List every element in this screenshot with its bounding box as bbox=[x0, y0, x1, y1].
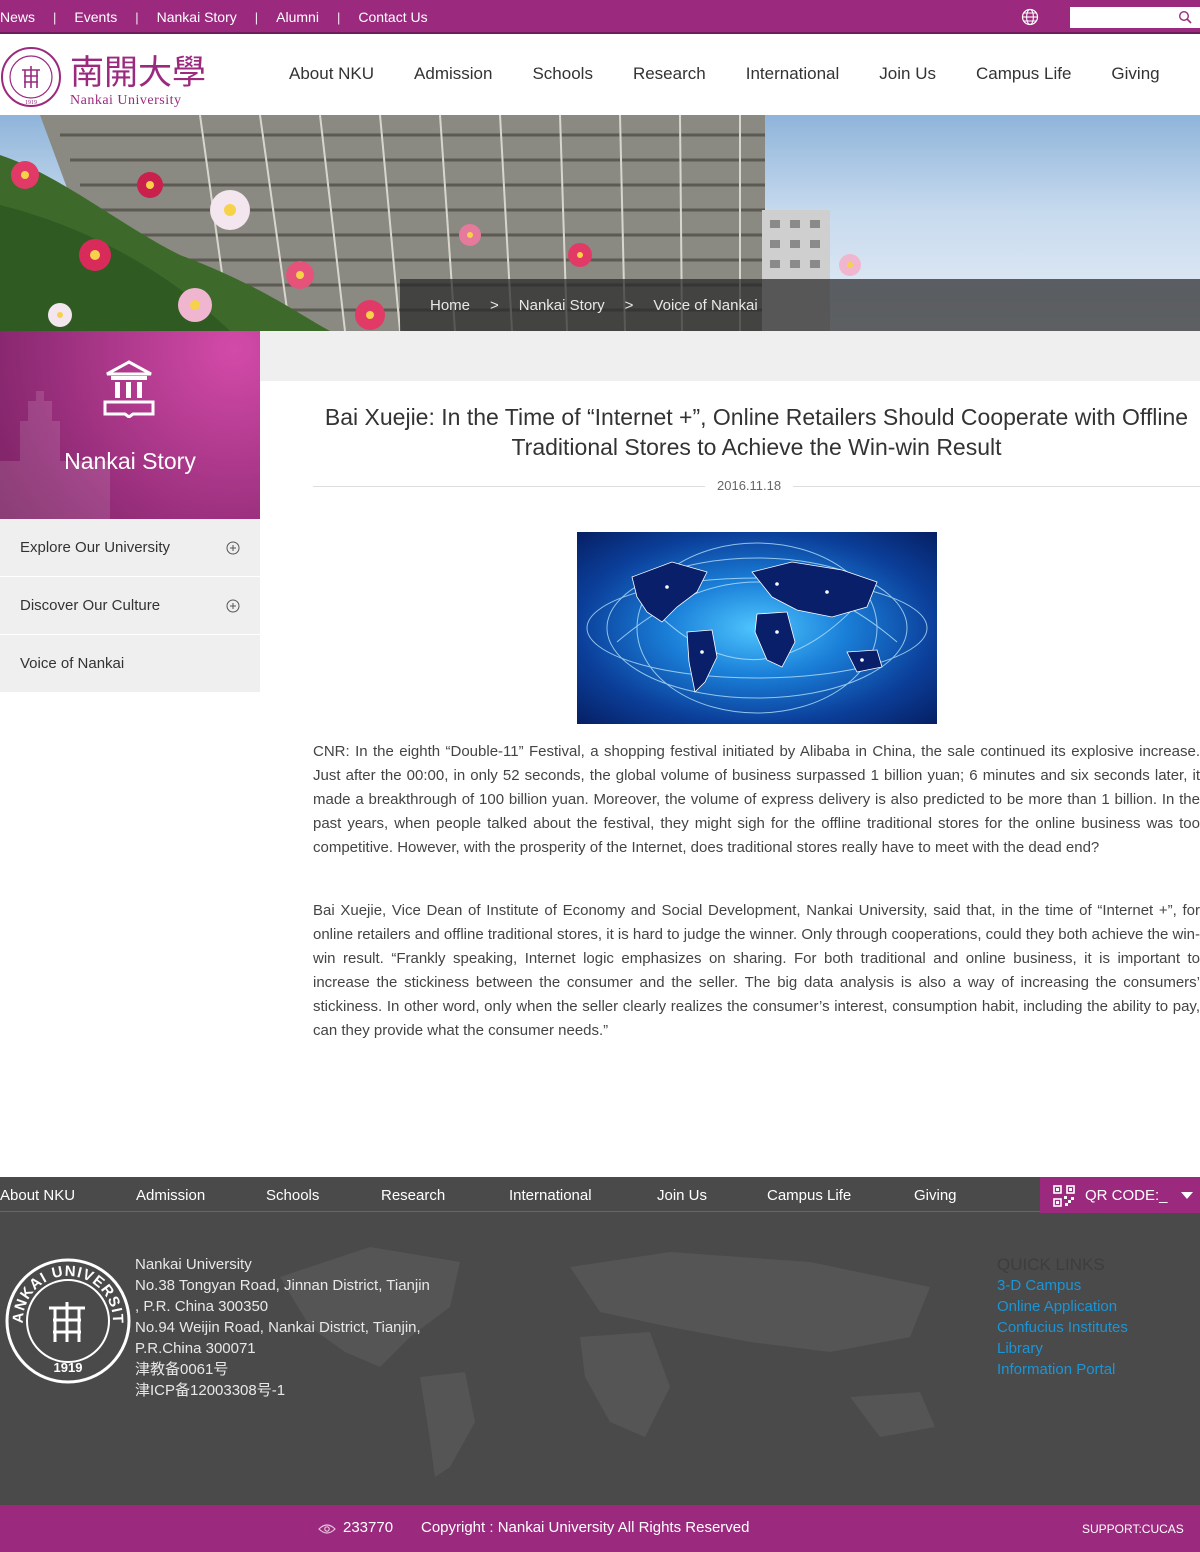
quick-link-3d-campus[interactable]: 3-D Campus bbox=[997, 1275, 1197, 1296]
sidebar-item-label: Voice of Nankai bbox=[20, 655, 125, 672]
nav-about-nku[interactable]: About NKU bbox=[289, 64, 374, 84]
link-contact-us[interactable]: Contact Us bbox=[358, 9, 427, 25]
nav-international[interactable]: International bbox=[746, 64, 840, 84]
top-utility-bar: News | Events | Nankai Story | Alumni | … bbox=[0, 0, 1200, 34]
separator: | bbox=[254, 9, 259, 25]
world-map-graphic bbox=[586, 542, 928, 714]
breadcrumb-home[interactable]: Home bbox=[430, 297, 470, 314]
globe-icon[interactable] bbox=[1021, 8, 1039, 26]
address-line: P.R.China 300071 bbox=[135, 1340, 256, 1357]
svg-text:南開大學: 南開大學 bbox=[70, 54, 206, 92]
address-line: No.38 Tongyan Road, Jinnan District, Tia… bbox=[135, 1277, 430, 1294]
article-image-world-network bbox=[577, 532, 937, 724]
site-footer: About NKU Admission Schools Research Int… bbox=[0, 1177, 1200, 1505]
nav-giving[interactable]: Giving bbox=[1111, 64, 1159, 84]
qr-code-dropdown[interactable]: QR CODE:_ bbox=[1040, 1177, 1200, 1213]
breadcrumb-separator: > bbox=[624, 296, 634, 314]
article-paragraph: Bai Xuejie, Vice Dean of Institute of Ec… bbox=[313, 902, 1200, 1039]
sidebar-item-discover-our-culture[interactable]: Discover Our Culture bbox=[0, 577, 260, 635]
link-news[interactable]: News bbox=[0, 9, 35, 25]
svg-text:Nankai University: Nankai University bbox=[70, 93, 182, 108]
nankai-logo[interactable]: 1919 南開大學 Nankai University bbox=[0, 46, 215, 108]
quick-link-information-portal[interactable]: Information Portal bbox=[997, 1359, 1197, 1380]
sidebar-item-label: Discover Our Culture bbox=[20, 597, 161, 614]
address-line: , P.R. China 300350 bbox=[135, 1298, 269, 1315]
copyright-text: Copyright : Nankai University All Rights… bbox=[421, 1519, 750, 1536]
separator: | bbox=[135, 9, 139, 25]
visit-counter: 233770 bbox=[343, 1519, 394, 1536]
caret-down-icon bbox=[1181, 1192, 1193, 1199]
expand-plus-icon[interactable] bbox=[226, 599, 240, 613]
separator: | bbox=[53, 9, 57, 25]
search-input[interactable] bbox=[1070, 7, 1170, 28]
article-date: 2016.11.18 bbox=[705, 478, 794, 493]
sidebar-header: Nankai Story bbox=[0, 331, 260, 519]
link-nankai-story[interactable]: Nankai Story bbox=[157, 9, 237, 25]
sidebar-item-label: Explore Our University bbox=[20, 539, 171, 556]
quick-link-library[interactable]: Library bbox=[997, 1338, 1197, 1359]
footer-nav-schools[interactable]: Schools bbox=[266, 1187, 319, 1204]
eye-icon bbox=[318, 1524, 336, 1534]
address-line: No.94 Weijin Road, Nankai District, Tian… bbox=[135, 1319, 421, 1336]
address-line: Nankai University bbox=[135, 1256, 252, 1273]
svg-text:1919: 1919 bbox=[25, 100, 37, 106]
nav-join-us[interactable]: Join Us bbox=[879, 64, 936, 84]
utility-links: News | Events | Nankai Story | Alumni | … bbox=[0, 0, 428, 34]
breadcrumb-voice-of-nankai[interactable]: Voice of Nankai bbox=[653, 297, 757, 314]
footer-nav-giving[interactable]: Giving bbox=[914, 1187, 957, 1204]
search-box bbox=[1070, 7, 1200, 28]
footer-nav-about-nku[interactable]: About NKU bbox=[0, 1187, 75, 1204]
sidebar-item-voice-of-nankai[interactable]: Voice of Nankai bbox=[0, 635, 260, 693]
university-seal: NANKAI UNIVERSITY 1919 bbox=[5, 1258, 131, 1384]
nav-schools[interactable]: Schools bbox=[532, 64, 592, 84]
search-icon[interactable] bbox=[1178, 10, 1192, 24]
footer-nav: About NKU Admission Schools Research Int… bbox=[0, 1177, 1200, 1212]
sidebar-menu: Explore Our University Discover Our Cult… bbox=[0, 519, 260, 693]
article-title: Bai Xuejie: In the Time of “Internet +”,… bbox=[324, 404, 1189, 460]
footer-nav-admission[interactable]: Admission bbox=[136, 1187, 205, 1204]
address-line[interactable]: 津教备0061号 bbox=[135, 1359, 455, 1380]
expand-plus-icon[interactable] bbox=[226, 541, 240, 555]
nav-research[interactable]: Research bbox=[633, 64, 706, 84]
article-paragraph: CNR: In the eighth “Double-11” Festival,… bbox=[313, 743, 1200, 856]
link-events[interactable]: Events bbox=[74, 9, 117, 25]
breadcrumb-nankai-story[interactable]: Nankai Story bbox=[519, 297, 605, 314]
link-alumni[interactable]: Alumni bbox=[276, 9, 319, 25]
footer-nav-campus-life[interactable]: Campus Life bbox=[767, 1187, 851, 1204]
qr-code-label: QR CODE:_ bbox=[1085, 1187, 1168, 1204]
footer-address: Nankai University No.38 Tongyan Road, Ji… bbox=[135, 1254, 455, 1401]
breadcrumb-separator: > bbox=[490, 296, 499, 314]
support-credit[interactable]: SUPPORT:CUCAS bbox=[1082, 1522, 1184, 1536]
main-nav: About NKU Admission Schools Research Int… bbox=[289, 64, 1200, 84]
content-top-bar bbox=[260, 331, 1200, 381]
site-header: 1919 南開大學 Nankai University About NKU Ad… bbox=[0, 34, 1200, 115]
svg-text:1919: 1919 bbox=[54, 1360, 83, 1375]
footer-nav-research[interactable]: Research bbox=[381, 1187, 445, 1204]
quick-links-heading: QUICK LINKS bbox=[997, 1255, 1105, 1274]
page-banner: Home > Nankai Story > Voice of Nankai bbox=[0, 115, 1200, 331]
footer-nav-international[interactable]: International bbox=[509, 1187, 592, 1204]
nav-admission[interactable]: Admission bbox=[414, 64, 492, 84]
qr-code-icon bbox=[1053, 1185, 1075, 1207]
separator: | bbox=[336, 9, 341, 25]
library-icon bbox=[103, 360, 155, 418]
copyright-bar: 233770 Copyright : Nankai University All… bbox=[0, 1505, 1200, 1552]
breadcrumb: Home > Nankai Story > Voice of Nankai bbox=[400, 279, 1200, 331]
address-line[interactable]: 津ICP备12003308号-1 bbox=[135, 1380, 455, 1401]
quick-link-online-application[interactable]: Online Application bbox=[997, 1296, 1197, 1317]
sidebar-item-explore-our-university[interactable]: Explore Our University bbox=[0, 519, 260, 577]
quick-link-confucius-institutes[interactable]: Confucius Institutes bbox=[997, 1317, 1197, 1338]
nav-campus-life[interactable]: Campus Life bbox=[976, 64, 1071, 84]
sidebar-title: Nankai Story bbox=[64, 448, 196, 474]
footer-nav-join-us[interactable]: Join Us bbox=[657, 1187, 707, 1204]
quick-links: QUICK LINKS 3-D Campus Online Applicatio… bbox=[997, 1254, 1197, 1380]
